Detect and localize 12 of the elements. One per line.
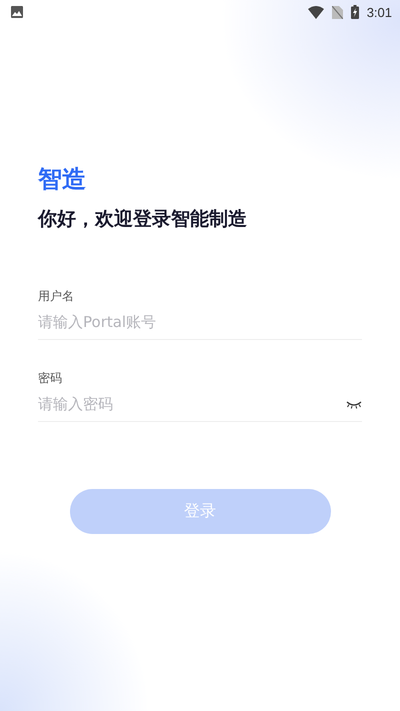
- field-label: 用户名: [38, 288, 74, 305]
- welcome-heading: 你好，欢迎登录智能制造: [38, 207, 247, 232]
- wifi-icon: [308, 6, 324, 18]
- field-label: 密码: [38, 370, 62, 387]
- status-time: 3:01: [366, 4, 392, 20]
- brand-logo: 智造: [38, 164, 86, 194]
- battery-charging-icon: [350, 5, 359, 19]
- input-field[interactable]: 请输入密码: [38, 395, 346, 413]
- no-sim-icon: [332, 6, 343, 18]
- image-icon: [11, 6, 23, 18]
- input-field[interactable]: 请输入Portal账号: [38, 313, 362, 331]
- eye-closed-icon[interactable]: [346, 400, 362, 408]
